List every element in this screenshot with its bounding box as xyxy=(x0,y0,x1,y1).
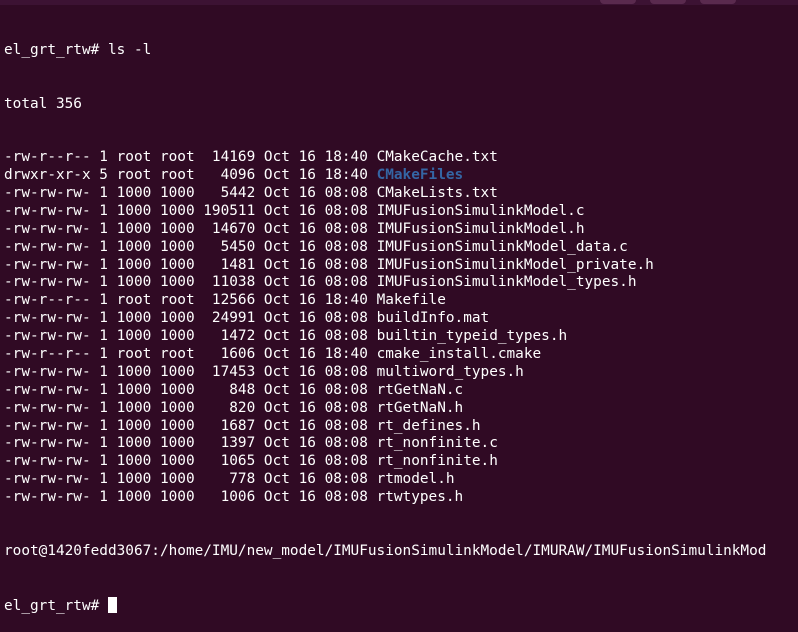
file-row: -rw-rw-rw- 1 1000 1000 1472 Oct 16 08:08… xyxy=(4,328,798,346)
file-row: -rw-rw-rw- 1 1000 1000 1065 Oct 16 08:08… xyxy=(4,453,798,471)
file-meta: -rw-rw-rw- 1 1000 1000 190511 Oct 16 08:… xyxy=(4,202,377,219)
file-meta: -rw-rw-rw- 1 1000 1000 5442 Oct 16 08:08 xyxy=(4,185,377,201)
file-meta: -rw-rw-rw- 1 1000 1000 1065 Oct 16 08:08 xyxy=(4,453,377,470)
file-meta: -rw-r--r-- 1 root root 12566 Oct 16 18:4… xyxy=(4,292,377,309)
directory-name: CMakeFiles xyxy=(376,167,464,184)
file-meta: -rw-rw-rw- 1 1000 1000 1472 Oct 16 08:08 xyxy=(4,328,377,345)
file-name: CMakeLists.txt xyxy=(376,185,498,201)
minimize-button[interactable] xyxy=(600,0,636,4)
file-meta: -rw-rw-rw- 1 1000 1000 1687 Oct 16 08:08 xyxy=(4,417,377,434)
file-name: builtin_typeid_types.h xyxy=(376,328,568,345)
file-row: -rw-rw-rw- 1 1000 1000 820 Oct 16 08:08 … xyxy=(4,400,798,418)
file-row: -rw-rw-rw- 1 1000 1000 1481 Oct 16 08:08… xyxy=(4,257,798,275)
file-name: rt_nonfinite.h xyxy=(376,453,498,470)
file-row: -rw-rw-rw- 1 1000 1000 848 Oct 16 08:08 … xyxy=(4,382,798,400)
file-name: rtwtypes.h xyxy=(376,489,464,506)
file-row: -rw-rw-rw- 1 1000 1000 17453 Oct 16 08:0… xyxy=(4,364,798,382)
file-name: rt_defines.h xyxy=(376,417,481,434)
file-name: IMUFusionSimulinkModel_private.h xyxy=(376,256,654,273)
file-meta: -rw-r--r-- 1 root root 14169 Oct 16 18:4… xyxy=(4,149,377,166)
file-meta: -rw-rw-rw- 1 1000 1000 1397 Oct 16 08:08 xyxy=(4,435,377,452)
terminal-output[interactable]: el_grt_rtw# ls -l total 356 -rw-r--r-- 1… xyxy=(4,6,798,632)
file-meta: -rw-rw-rw- 1 1000 1000 1006 Oct 16 08:08 xyxy=(4,489,377,506)
file-row: -rw-rw-rw- 1 1000 1000 778 Oct 16 08:08 … xyxy=(4,471,798,489)
file-name: CMakeCache.txt xyxy=(376,149,498,166)
total-line: total 356 xyxy=(4,95,82,112)
file-meta: -rw-rw-rw- 1 1000 1000 24991 Oct 16 08:0… xyxy=(4,310,377,327)
file-name: buildInfo.mat xyxy=(376,310,490,327)
prompt-line[interactable]: el_grt_rtw# xyxy=(4,596,798,615)
file-name: IMUFusionSimulinkModel.c xyxy=(376,202,585,219)
file-name: IMUFusionSimulinkModel_types.h xyxy=(376,274,637,291)
file-name: rtGetNaN.h xyxy=(376,399,464,416)
file-listing: -rw-r--r-- 1 root root 14169 Oct 16 18:4… xyxy=(4,149,798,507)
prompt-path-line: root@1420fedd3067:/home/IMU/new_model/IM… xyxy=(4,542,767,559)
file-name: multiword_types.h xyxy=(376,363,524,380)
file-name: rt_nonfinite.c xyxy=(376,435,498,452)
file-name: IMUFusionSimulinkModel.h xyxy=(376,220,585,237)
file-row: -rw-rw-rw- 1 1000 1000 5442 Oct 16 08:08… xyxy=(4,185,798,203)
file-meta: -rw-rw-rw- 1 1000 1000 778 Oct 16 08:08 xyxy=(4,471,377,488)
file-meta: -rw-rw-rw- 1 1000 1000 17453 Oct 16 08:0… xyxy=(4,363,377,380)
command-line: el_grt_rtw# ls -l xyxy=(4,41,152,58)
maximize-button[interactable] xyxy=(650,0,686,4)
file-meta: -rw-rw-rw- 1 1000 1000 1481 Oct 16 08:08 xyxy=(4,256,377,273)
file-meta: -rw-rw-rw- 1 1000 1000 5450 Oct 16 08:08 xyxy=(4,238,377,255)
text-cursor xyxy=(107,596,117,613)
file-row: drwxr-xr-x 5 root root 4096 Oct 16 18:40… xyxy=(4,167,798,185)
file-name: cmake_install.cmake xyxy=(376,346,542,363)
file-meta: -rw-rw-rw- 1 1000 1000 820 Oct 16 08:08 xyxy=(4,399,377,416)
file-meta: -rw-r--r-- 1 root root 1606 Oct 16 18:40 xyxy=(4,346,377,363)
file-row: -rw-rw-rw- 1 1000 1000 5450 Oct 16 08:08… xyxy=(4,239,798,257)
file-meta: drwxr-xr-x 5 root root 4096 Oct 16 18:40 xyxy=(4,167,377,184)
close-button[interactable] xyxy=(700,0,736,4)
file-row: -rw-r--r-- 1 root root 1606 Oct 16 18:40… xyxy=(4,346,798,364)
file-row: -rw-rw-rw- 1 1000 1000 1006 Oct 16 08:08… xyxy=(4,489,798,507)
prompt-text: el_grt_rtw# xyxy=(4,597,108,614)
file-row: -rw-rw-rw- 1 1000 1000 11038 Oct 16 08:0… xyxy=(4,274,798,292)
file-meta: -rw-rw-rw- 1 1000 1000 848 Oct 16 08:08 xyxy=(4,381,377,398)
file-row: -rw-r--r-- 1 root root 14169 Oct 16 18:4… xyxy=(4,149,798,167)
file-row: -rw-rw-rw- 1 1000 1000 14670 Oct 16 08:0… xyxy=(4,221,798,239)
file-row: -rw-rw-rw- 1 1000 1000 1687 Oct 16 08:08… xyxy=(4,418,798,436)
file-row: -rw-r--r-- 1 root root 12566 Oct 16 18:4… xyxy=(4,292,798,310)
file-meta: -rw-rw-rw- 1 1000 1000 14670 Oct 16 08:0… xyxy=(4,220,377,237)
file-name: IMUFusionSimulinkModel_data.c xyxy=(376,238,628,255)
file-row: -rw-rw-rw- 1 1000 1000 190511 Oct 16 08:… xyxy=(4,203,798,221)
file-meta: -rw-rw-rw- 1 1000 1000 11038 Oct 16 08:0… xyxy=(4,274,377,291)
file-name: Makefile xyxy=(376,292,446,309)
file-name: rtGetNaN.c xyxy=(376,381,464,398)
window-top-bar xyxy=(0,0,798,5)
file-row: -rw-rw-rw- 1 1000 1000 24991 Oct 16 08:0… xyxy=(4,310,798,328)
file-name: rtmodel.h xyxy=(376,471,455,488)
